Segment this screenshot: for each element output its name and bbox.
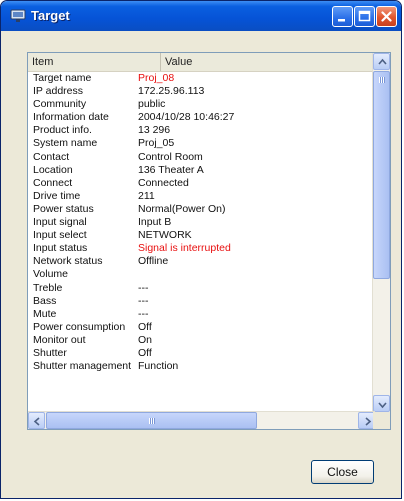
list-item[interactable]: Input select NETWORK (28, 229, 373, 242)
title-bar[interactable]: Target (1, 1, 401, 31)
item-value: 136 Theater A (138, 163, 204, 176)
close-button[interactable]: Close (311, 460, 374, 484)
scroll-left-button[interactable] (28, 412, 45, 429)
item-label: Contact (33, 150, 70, 163)
list-item[interactable]: System name Proj_05 (28, 137, 373, 150)
list-item[interactable]: Contact Control Room (28, 151, 373, 164)
horizontal-scroll-thumb[interactable] (46, 412, 257, 429)
item-label: Input signal (33, 216, 87, 229)
item-label: Power status (33, 202, 94, 215)
item-value: 2004/10/28 10:46:27 (138, 111, 235, 124)
list-rows: Target name Proj_08 IP address 172.25.96.11… (28, 72, 373, 373)
item-label: Drive time (33, 189, 81, 202)
list-item[interactable]: Target name Proj_08 (28, 72, 373, 85)
item-label: IP address (33, 85, 84, 98)
item-value: On (138, 333, 153, 346)
target-window: Target Item Value Target name Proj_08 IP a… (0, 0, 402, 499)
monitor-icon (10, 9, 26, 23)
item-value: Proj_05 (138, 137, 175, 150)
item-label: Connect (33, 176, 73, 189)
arrow-up-icon (378, 58, 387, 65)
arrow-right-icon (365, 417, 372, 426)
item-label: Community (33, 98, 87, 111)
maximize-button[interactable] (354, 6, 375, 27)
list-item[interactable]: Network status Offline (28, 255, 373, 268)
item-label: Shutter management (33, 360, 132, 373)
minimize-icon (338, 19, 345, 22)
minimize-button[interactable] (332, 6, 353, 27)
item-value: Proj_08 (138, 72, 175, 84)
item-label: Bass (33, 294, 57, 307)
list-item[interactable]: Product info. 13 296 (28, 124, 373, 137)
item-value: 172.25.96.113 (138, 85, 205, 98)
list-item[interactable]: Shutter management Function (28, 360, 373, 373)
vertical-scrollbar[interactable] (372, 53, 390, 412)
scroll-down-button[interactable] (373, 395, 390, 412)
list-item[interactable]: Volume (28, 268, 373, 281)
item-value: Signal is interrupted (138, 242, 231, 255)
scroll-up-button[interactable] (373, 53, 390, 70)
item-label: Volume (33, 268, 69, 281)
item-value: Offline (138, 255, 169, 268)
item-value: 211 (138, 189, 155, 202)
horizontal-scrollbar[interactable] (28, 411, 375, 429)
item-value: Off (138, 346, 152, 359)
item-label: Treble (33, 281, 63, 294)
item-value: Function (138, 360, 179, 373)
target-info-list[interactable]: Item Value Target name Proj_08 IP address 1… (27, 52, 391, 430)
list-header: Item Value (28, 53, 373, 72)
column-header-item[interactable]: Item (28, 53, 161, 71)
item-value: Off (138, 320, 152, 333)
list-item[interactable]: Bass --- (28, 295, 373, 308)
list-item[interactable]: Input status Signal is interrupted (28, 242, 373, 255)
list-item[interactable]: IP address 172.25.96.113 (28, 85, 373, 98)
item-label: Monitor out (33, 333, 86, 346)
item-label: Input status (33, 242, 88, 255)
list-item[interactable]: Power status Normal(Power On) (28, 203, 373, 216)
item-label: Product info. (33, 124, 92, 137)
list-item[interactable]: Mute --- (28, 308, 373, 321)
item-label: System name (33, 137, 98, 150)
arrow-down-icon (378, 402, 387, 409)
maximize-icon (358, 10, 371, 22)
item-value: --- (138, 307, 149, 320)
column-header-value[interactable]: Value (161, 53, 373, 71)
item-label: Network status (33, 255, 103, 268)
item-value: NETWORK (138, 229, 192, 242)
item-label: Input select (33, 229, 87, 242)
item-value: 13 296 (138, 124, 171, 137)
list-item[interactable]: Location 136 Theater A (28, 164, 373, 177)
list-item[interactable]: Community public (28, 98, 373, 111)
list-item[interactable]: Power consumption Off (28, 321, 373, 334)
item-value: --- (138, 281, 149, 294)
item-value: Normal(Power On) (138, 202, 226, 215)
item-value: Control Room (138, 150, 203, 163)
window-title: Target (31, 8, 70, 23)
item-value: Connected (138, 176, 189, 189)
item-value: public (138, 98, 166, 111)
item-value: --- (138, 294, 149, 307)
item-label: Location (33, 163, 73, 176)
list-item[interactable]: Drive time 211 (28, 190, 373, 203)
close-icon (381, 11, 392, 22)
item-label: Mute (33, 307, 57, 320)
list-item[interactable]: Connect Connected (28, 177, 373, 190)
item-value: Input B (138, 216, 172, 229)
vertical-scroll-thumb[interactable] (373, 71, 390, 279)
item-label: Target name (33, 72, 92, 84)
arrow-left-icon (33, 417, 40, 426)
close-window-button[interactable] (376, 6, 397, 27)
scrollbar-corner (373, 412, 390, 429)
list-item[interactable]: Treble --- (28, 282, 373, 295)
list-item[interactable]: Monitor out On (28, 334, 373, 347)
item-label: Information date (33, 111, 109, 124)
item-label: Shutter (33, 346, 67, 359)
list-item[interactable]: Input signal Input B (28, 216, 373, 229)
list-item[interactable]: Shutter Off (28, 347, 373, 360)
item-label: Power consumption (33, 320, 126, 333)
list-item[interactable]: Information date 2004/10/28 10:46:27 (28, 111, 373, 124)
